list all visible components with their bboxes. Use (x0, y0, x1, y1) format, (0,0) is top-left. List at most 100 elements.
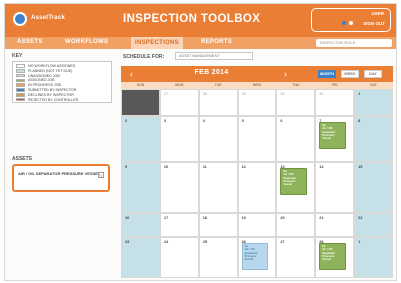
nav-assets[interactable]: ASSETS (17, 39, 43, 45)
calendar-day-cell[interactable]: 4 (198, 116, 238, 162)
calendar-day-cell[interactable] (121, 89, 160, 116)
day-number: 3 (163, 119, 166, 123)
calendar-day-cell[interactable]: 5 (237, 116, 277, 162)
calendar-day-cell[interactable]: 29 (237, 89, 277, 116)
calendar-day-cell[interactable]: 22 (354, 213, 393, 237)
asset-selection[interactable]: AIR / OIL SEPARATOR PRESSURE VESSEL × (12, 164, 110, 192)
schedule-select[interactable]: ASSET MANAGEMENT (175, 52, 253, 60)
view-month-button[interactable]: MONTH (318, 70, 336, 78)
day-number: 25 (202, 240, 207, 244)
calendar-day-cell[interactable]: 19 (237, 213, 277, 237)
logo-icon (13, 12, 27, 26)
calendar-day-cell[interactable]: 2 (121, 116, 160, 162)
day-number: 17 (163, 216, 169, 220)
legend-item: REJECTED BY CONTROLLER (16, 97, 108, 102)
calendar-event[interactable]: 9a Air / Oil Separator Pressure Vessel (280, 168, 308, 195)
nav-inspections[interactable]: INSPECTIONS (131, 37, 183, 49)
calendar-day-cell[interactable]: 16 (121, 213, 160, 237)
calendar-day-cell[interactable]: 28 (198, 89, 238, 116)
view-day-button[interactable]: DAY (364, 70, 382, 78)
user-name: USER (371, 11, 384, 16)
remove-asset-button[interactable]: × (98, 172, 104, 178)
calendar-event[interactable]: 9a Air / Oil Separator Pressure Vessel (319, 122, 347, 149)
calendar-day-cell[interactable]: 17 (159, 213, 199, 237)
calendar-day-cell[interactable]: 1 (354, 237, 393, 278)
calendar-event[interactable]: 9a Air / Oil Separator Pressure Vessel (241, 243, 269, 270)
legend-swatch (16, 93, 25, 97)
calendar-day-cell[interactable]: 15 (354, 162, 393, 213)
day-number: 22 (358, 216, 363, 220)
weekday-label: MON (175, 83, 184, 87)
prev-month-button[interactable]: ‹ (130, 68, 138, 80)
nav-workflows[interactable]: WORKFLOWS (65, 39, 108, 45)
day-number: 30 (280, 92, 285, 96)
day-number: 24 (163, 240, 169, 244)
legend-item: DECLINED BY INSPECTOR (16, 93, 108, 97)
day-number: 1 (358, 240, 361, 244)
legend-item: NO WORKFLOW ASSIGNED (16, 64, 108, 68)
calendar-day-cell[interactable]: 23 (121, 237, 160, 278)
calendar-day-cell[interactable]: 1 (354, 89, 393, 116)
calendar-day-cell[interactable]: 14 (315, 162, 355, 213)
legend-swatch (16, 97, 25, 102)
day-number: 20 (280, 216, 285, 220)
schedule-label: SCHEDULE FOR: (123, 54, 165, 60)
day-number: 28 (202, 92, 207, 96)
nav-reports[interactable]: REPORTS (201, 39, 232, 45)
key-heading: KEY (12, 53, 23, 59)
calendar-day-cell[interactable]: 24 (159, 237, 199, 278)
calendar-day-cell[interactable]: 18 (198, 213, 238, 237)
legend-swatch (16, 83, 25, 87)
day-number: 2 (125, 119, 128, 123)
calendar-day-cell[interactable]: 8 (354, 116, 393, 162)
weekday-label: TUE (214, 83, 222, 87)
calendar-event[interactable]: 9a Air / Oil Separator Pressure Vessel (319, 243, 347, 270)
legend-label: ASSIGNED JOB (28, 78, 55, 83)
calendar-day-cell[interactable]: 20 (276, 213, 316, 237)
calendar-day-cell[interactable]: 31 (315, 89, 355, 116)
calendar-day-cell[interactable]: 11 (198, 162, 238, 213)
app-logo[interactable]: AssetTrack (13, 12, 77, 26)
day-number: 16 (125, 216, 130, 220)
legend-label: SUBMITTED BY INSPECTOR (28, 88, 77, 92)
legend-swatch (16, 64, 25, 68)
settings-icon[interactable] (342, 21, 346, 25)
legend-swatch (16, 78, 25, 83)
day-number: 15 (358, 165, 363, 169)
day-number: 6 (280, 119, 283, 123)
day-number: 12 (241, 165, 246, 169)
sign-out-link[interactable]: SIGN OUT (363, 21, 385, 26)
legend-label: IN PROGRESS JOB (28, 83, 61, 88)
event-text: Vessel (322, 257, 331, 262)
calendar-day-cell[interactable]: 6 (276, 116, 316, 162)
day-number: 11 (202, 165, 207, 169)
legend-swatch (16, 69, 25, 73)
calendar-day-cell[interactable]: 25 (198, 237, 238, 278)
help-icon[interactable] (349, 21, 353, 25)
legend-item: PLANNED (NOT YET DUE) (16, 69, 108, 73)
calendar-day-cell[interactable]: 27 (159, 89, 199, 116)
calendar-day-cell[interactable]: 10 (159, 162, 199, 213)
legend-swatch (16, 73, 25, 78)
top-header: AssetTrack INSPECTION TOOLBOX USER SIGN … (5, 4, 396, 37)
role-select[interactable]: INSPECTOR ROLE (316, 39, 392, 47)
calendar-day-cell[interactable]: 9 (121, 162, 160, 213)
logo-text: AssetTrack (31, 15, 66, 21)
legend-label: DECLINED BY INSPECTOR (28, 92, 74, 97)
event-text: Vessel (244, 257, 254, 262)
legend-label: PLANNED (NOT YET DUE) (28, 68, 73, 73)
month-title: FEB 2014 (194, 69, 229, 76)
next-month-button[interactable]: › (284, 68, 292, 80)
calendar-day-cell[interactable]: 21 (315, 213, 355, 237)
calendar-day-cell[interactable]: 12 (237, 162, 277, 213)
day-number: 18 (202, 216, 207, 220)
selected-asset[interactable]: AIR / OIL SEPARATOR PRESSURE VESSEL (18, 171, 104, 176)
day-number: 8 (358, 119, 361, 123)
calendar-day-cell[interactable]: 30 (276, 89, 316, 116)
calendar-day-cell[interactable]: 3 (159, 116, 199, 162)
legend-label: NO WORKFLOW ASSIGNED (28, 64, 76, 69)
assets-heading: ASSETS (12, 156, 33, 162)
calendar-day-cell[interactable]: 27 (276, 237, 316, 278)
legend-label: UNASSIGNED JOB (28, 73, 60, 78)
view-week-button[interactable]: WEEK (341, 70, 359, 78)
